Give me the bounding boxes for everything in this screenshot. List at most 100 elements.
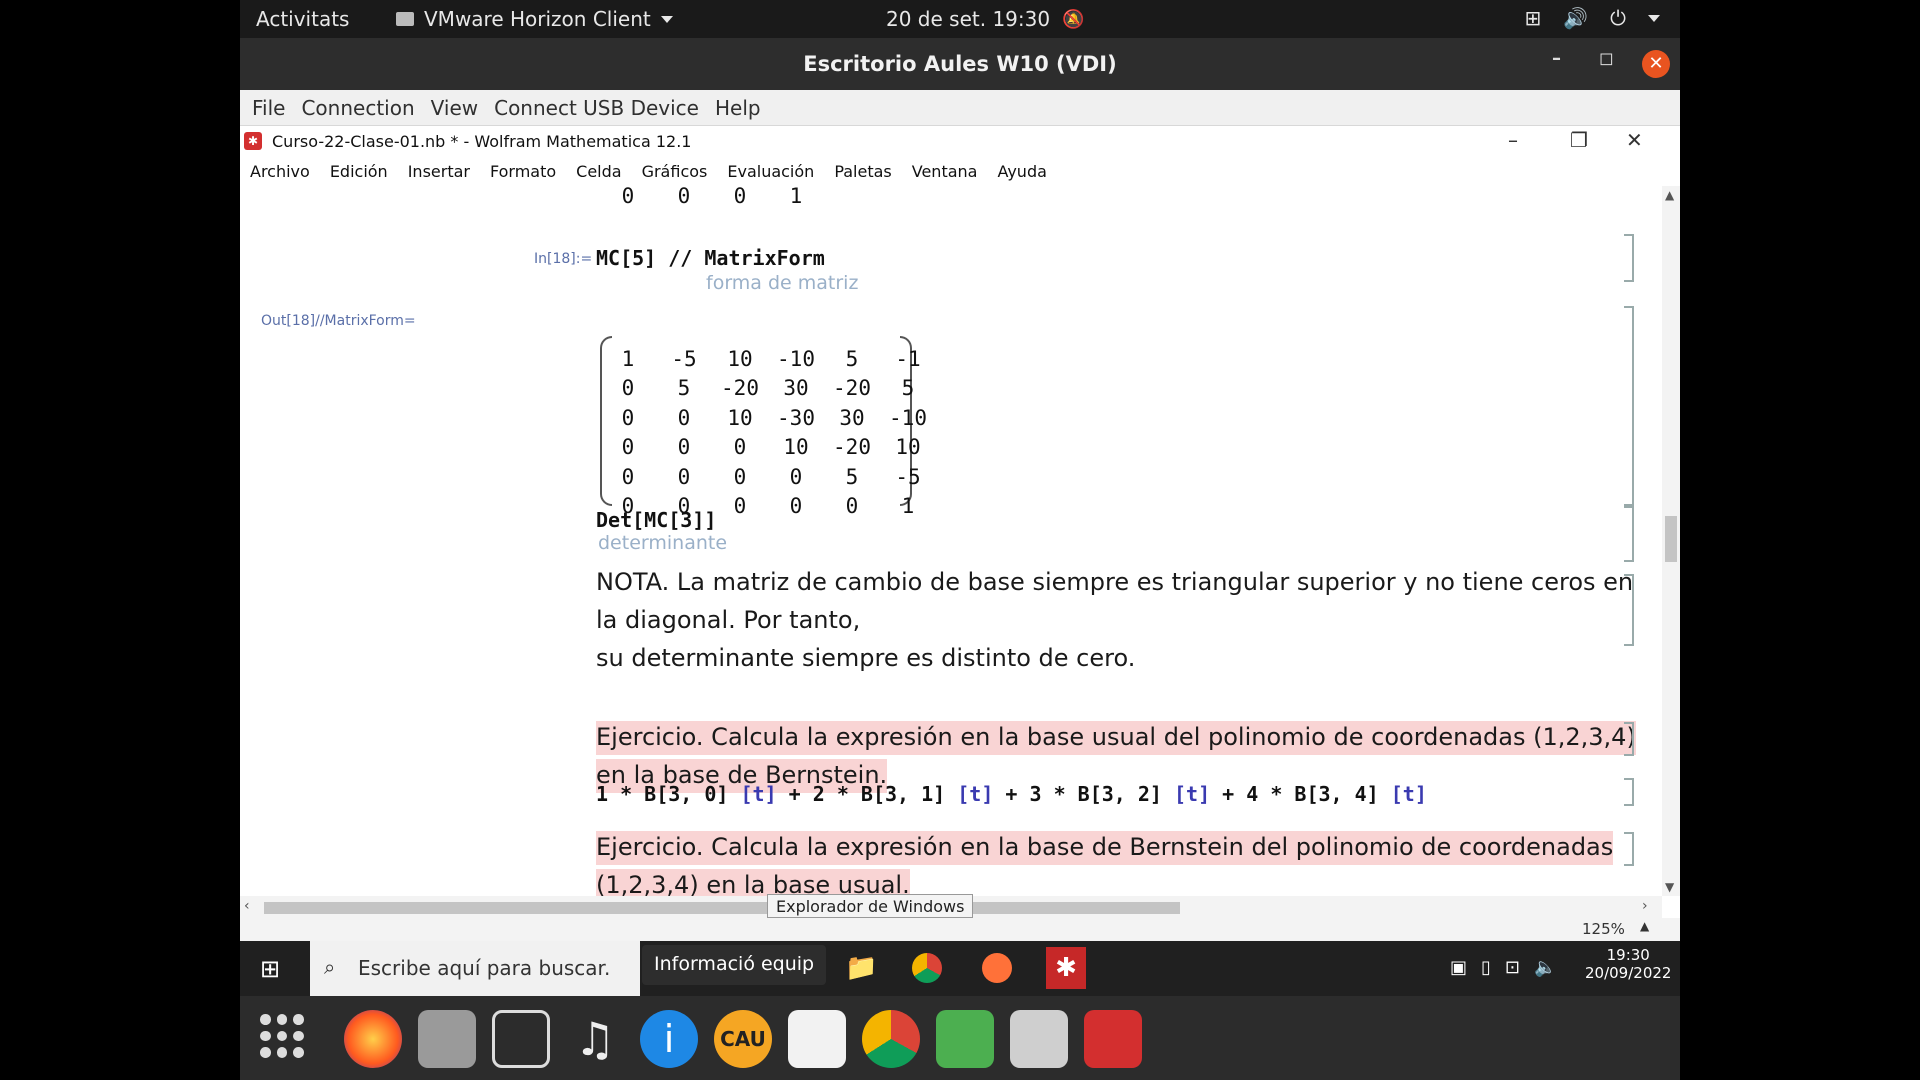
chevron-left-icon[interactable]: ‹ [244, 898, 250, 914]
matrix-cell: -20 [721, 376, 759, 401]
menu-edicion[interactable]: Edición [330, 162, 388, 181]
activities-button[interactable]: Activitats [256, 7, 349, 31]
windows-clock[interactable]: 19:30 20/09/2022 [1585, 946, 1671, 982]
menu-paletas[interactable]: Paletas [834, 162, 891, 181]
volume-icon: 🔊 [1563, 6, 1589, 30]
app-menu[interactable]: VMware Horizon Client [396, 7, 673, 31]
matrix-cell: 0 [733, 494, 747, 519]
chrome-icon[interactable] [912, 953, 942, 983]
chrome-icon[interactable] [862, 1010, 920, 1068]
chevron-up-icon[interactable]: ▲ [1665, 188, 1674, 202]
vertical-scrollbar[interactable]: ▲ ▼ [1662, 186, 1680, 896]
info-icon[interactable]: i [640, 1010, 698, 1068]
matrix-cell: 10 [727, 346, 753, 371]
system-tray[interactable]: ⊞ 🔊 ⏻ [1524, 6, 1660, 30]
code-part: [t] [1390, 782, 1427, 806]
music-icon[interactable]: ♫ [566, 1010, 624, 1068]
menu-ventana[interactable]: Ventana [912, 162, 978, 181]
mathematica-icon[interactable]: ✱ [1046, 947, 1086, 989]
matrix-cell: -10 [889, 405, 927, 430]
menu-ayuda[interactable]: Ayuda [997, 162, 1046, 181]
menu-insertar[interactable]: Insertar [408, 162, 470, 181]
nota-line-1: NOTA. La matriz de cambio de base siempr… [596, 568, 1634, 634]
cell-bracket[interactable] [1624, 574, 1634, 646]
menu-graficos[interactable]: Gráficos [642, 162, 708, 181]
close-button[interactable]: ✕ [1642, 50, 1670, 78]
chevron-down-icon[interactable]: ▼ [1665, 880, 1674, 894]
matrix-row: 0 0 10 -30 30 -10 [600, 403, 936, 433]
menu-view[interactable]: View [431, 96, 478, 120]
notebook[interactable]: 0 0 0 1 In[18]:= MC[5] // MatrixForm for… [240, 186, 1662, 896]
folder-icon[interactable]: 📁 [845, 953, 877, 983]
menu-celda[interactable]: Celda [576, 162, 621, 181]
matrix-cell: 30 [783, 376, 809, 401]
chevron-right-icon[interactable]: › [1642, 898, 1648, 914]
menu-formato[interactable]: Formato [490, 162, 556, 181]
chevron-up-icon[interactable]: ▲ [1640, 919, 1649, 933]
text-cell-ejercicio-2[interactable]: Ejercicio. Calcula la expresión en la ba… [596, 828, 1662, 896]
usb-icon: ▯ [1481, 957, 1491, 978]
code-part: + 3 * B[3, 2] [993, 782, 1174, 806]
input-cell-bernstein[interactable]: 1 * B[3, 0] [t] + 2 * B[3, 1] [t] + 3 * … [596, 782, 1427, 806]
menu-connection[interactable]: Connection [301, 96, 414, 120]
menu-archivo[interactable]: Archivo [250, 162, 310, 181]
code-part: [t] [740, 782, 777, 806]
network-icon: ⊞ [1524, 6, 1542, 30]
firefox-icon[interactable] [344, 1010, 402, 1068]
cell-bracket[interactable] [1624, 234, 1634, 282]
search-placeholder: Escribe aquí para buscar. [358, 956, 611, 980]
matrix-cell: 0 [677, 186, 691, 208]
close-button[interactable]: ✕ [1626, 128, 1643, 152]
board-icon[interactable] [788, 1010, 846, 1068]
matrix-cell: 0 [845, 494, 859, 519]
zoom-level[interactable]: 125% [1582, 920, 1625, 938]
matrix-cell: 0 [677, 405, 691, 430]
remote-desktop-icon[interactable] [492, 1010, 550, 1068]
input-cell[interactable]: Det[MC[3]] [596, 508, 716, 532]
mathematica-title-bar: ✱ Curso-22-Clase-01.nb * - Wolfram Mathe… [240, 126, 1680, 156]
matrix-cell: 5 [901, 376, 915, 401]
scroll-thumb[interactable] [1665, 516, 1677, 562]
minimize-button[interactable]: – [1552, 48, 1561, 69]
matrix-cell: 5 [677, 376, 691, 401]
minimize-button[interactable]: – [1508, 128, 1518, 152]
firefox-icon[interactable] [982, 953, 1012, 983]
reader-icon[interactable] [1084, 1010, 1142, 1068]
input-cell[interactable]: MC[5] // MatrixForm [596, 246, 825, 270]
windows-tray[interactable]: ▣ ▯ ⊡ 🔈 [1450, 957, 1556, 978]
scroll-thumb[interactable] [264, 902, 1180, 914]
cloud-icon[interactable] [936, 1010, 994, 1068]
text-cell-nota[interactable]: NOTA. La matriz de cambio de base siempr… [596, 563, 1662, 677]
menu-connect-usb[interactable]: Connect USB Device [494, 96, 699, 120]
windows-taskbar: ⊞ ⌕ Escribe aquí para buscar. Informació… [240, 941, 1680, 996]
cell-bracket[interactable] [1624, 778, 1634, 806]
matrix-cell: 5 [845, 346, 859, 371]
search-icon: ⌕ [324, 955, 336, 979]
clock[interactable]: 20 de set. 19:30 🔕 [886, 7, 1085, 31]
cau-icon[interactable]: CAU [714, 1010, 772, 1068]
restore-button[interactable]: ❐ [1570, 128, 1588, 152]
matrix-cell: 0 [789, 494, 803, 519]
output-label: Out[18]//MatrixForm= [261, 313, 416, 329]
camera-icon[interactable] [418, 1010, 476, 1068]
search-box[interactable]: ⌕ Escribe aquí para buscar. [310, 941, 640, 996]
cell-bracket[interactable] [1624, 306, 1634, 506]
files-icon[interactable] [1010, 1010, 1068, 1068]
matrix-cell: -20 [833, 435, 871, 460]
matrix-cell: 0 [621, 186, 635, 208]
code-part: 1 * B[3, 0] [596, 782, 741, 806]
gnome-top-bar: Activitats VMware Horizon Client 20 de s… [240, 0, 1680, 38]
menu-help[interactable]: Help [715, 96, 761, 120]
taskbar-popup: Informació equip [642, 945, 827, 985]
matrix-cell: 1 [901, 494, 915, 519]
maximize-button[interactable]: ◻ [1599, 48, 1614, 69]
windows-start-icon[interactable]: ⊞ [260, 955, 280, 983]
menu-evaluacion[interactable]: Evaluación [727, 162, 814, 181]
cell-bracket[interactable] [1624, 506, 1634, 562]
matrix-cell: 0 [733, 186, 747, 208]
matrix-partial-row: 0 0 0 1 [600, 186, 824, 208]
cell-bracket[interactable] [1624, 722, 1634, 756]
menu-file[interactable]: File [252, 96, 285, 120]
cell-bracket[interactable] [1624, 832, 1634, 866]
apps-grid-icon[interactable] [260, 1014, 304, 1058]
